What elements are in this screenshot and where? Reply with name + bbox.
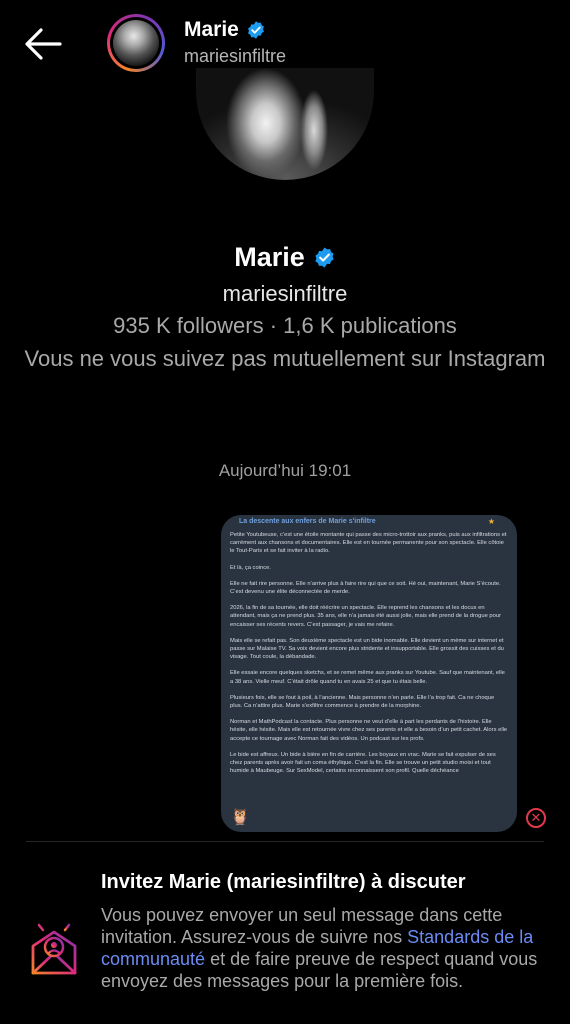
document-paragraph: Mais elle se refait pas. Son deuxième sp… [230, 637, 504, 661]
invite-description: Vous pouvez envoyer un seul message dans… [101, 904, 546, 992]
verified-badge-icon [247, 21, 264, 39]
profile-name-text: Marie [234, 242, 305, 272]
document-paragraph: Et là, ça coince. [230, 564, 271, 571]
document-paragraph: Petite Youtubeuse, c’est une étoile mont… [230, 532, 507, 555]
header-handle[interactable]: mariesinfiltre [184, 46, 286, 67]
remove-message-button[interactable]: ✕ [526, 808, 546, 828]
message-timestamp: Aujourd’hui 19:01 [218, 461, 352, 480]
document-paragraph: Elle essaie encore quelques sketchs, et … [230, 670, 505, 685]
document-paragraph: Plusieurs fois, elle se fout à poil, à l… [230, 694, 495, 710]
arrow-left-icon [25, 28, 62, 60]
document-title: La descente aux enfers de Marie s'infilt… [239, 518, 376, 525]
divider [26, 841, 544, 842]
invite-title: Invitez Marie (mariesinfiltre) à discute… [101, 871, 466, 893]
document-paragraph: Elle ne fait rire personne. Elle n’arriv… [230, 580, 501, 596]
avatar-photo [113, 20, 159, 66]
header-name-text: Marie [184, 18, 239, 41]
document-paragraph: Le bide est affreux. Un bide à bière en … [230, 751, 496, 775]
profile-photo[interactable] [196, 68, 374, 180]
document-body: Petite Youtubeuse, c’est une étoile mont… [230, 531, 508, 783]
owl-avatar-icon: 🦉 [230, 809, 250, 826]
profile-handle: mariesinfiltre [222, 281, 348, 306]
back-button[interactable] [22, 26, 66, 62]
close-icon: ✕ [530, 810, 542, 825]
mutual-follow-note: Vous ne vous suivez pas mutuellement sur… [24, 346, 546, 371]
star-icon: ★ [487, 517, 495, 526]
envelope-user-icon [31, 920, 77, 975]
profile-stats: 935 K followers · 1,6 K publications [113, 313, 457, 338]
document-paragraph: Norman et MathPodcast la contacte. Plus … [230, 719, 508, 742]
profile-name: Marie [0, 242, 570, 273]
header-avatar[interactable] [107, 14, 165, 72]
dm-request-screen: Marie mariesinfiltre Marie mariesinfiltr… [0, 0, 570, 1024]
document-paragraph: 2026, la fin de sa tournée, elle doit ré… [230, 605, 502, 628]
verified-badge-icon [315, 247, 334, 268]
message-image[interactable]: La descente aux enfers de Marie s'infilt… [221, 515, 517, 832]
header-name[interactable]: Marie [184, 18, 266, 42]
